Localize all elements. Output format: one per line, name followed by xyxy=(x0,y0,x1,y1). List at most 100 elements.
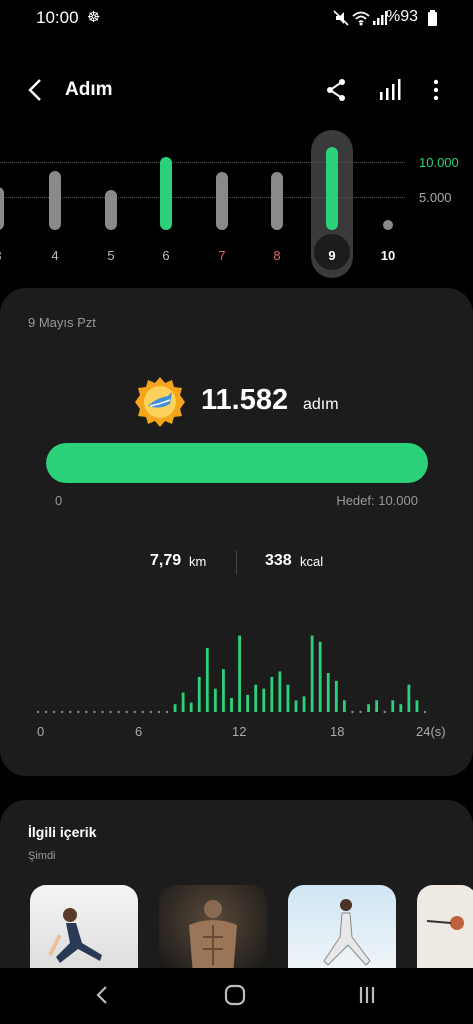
hourly-bar xyxy=(205,648,209,712)
hourly-bar xyxy=(342,700,346,712)
hour-tick-label: 12 xyxy=(232,724,247,739)
day-bar-10[interactable] xyxy=(383,220,393,230)
day-bar-5[interactable] xyxy=(105,190,117,230)
hourly-bar xyxy=(302,696,306,712)
hourly-dot xyxy=(125,710,128,714)
hourly-dot xyxy=(133,710,136,714)
back-arrow-icon[interactable] xyxy=(22,76,50,104)
signal-icon xyxy=(373,11,387,25)
day-bar-4[interactable] xyxy=(49,170,61,230)
hourly-bar xyxy=(318,641,322,712)
hourly-dot xyxy=(60,710,64,714)
hourly-bar xyxy=(222,669,225,712)
page-title: Adım xyxy=(65,79,113,100)
day-label-9[interactable]: 9 xyxy=(317,248,347,263)
hourly-bar xyxy=(238,635,241,712)
hourly-bar xyxy=(367,704,370,712)
status-time: 10:00 xyxy=(36,8,79,27)
hourly-dot xyxy=(69,710,72,714)
hourly-bar xyxy=(181,692,185,712)
workout-thumbnail-strength[interactable] xyxy=(159,885,267,975)
day-label-5[interactable]: 5 xyxy=(96,248,126,263)
hourly-bar xyxy=(254,684,258,712)
day-bar-7[interactable] xyxy=(216,172,228,230)
hourly-bar xyxy=(173,704,177,712)
hourly-dot xyxy=(101,710,104,714)
hourly-bar xyxy=(286,684,290,712)
workout-thumbnail-lunge[interactable] xyxy=(288,885,396,975)
app-header: Adım xyxy=(0,68,473,112)
mute-icon xyxy=(333,10,349,26)
grid-label-10000: 10.000 xyxy=(419,155,459,170)
hourly-dot xyxy=(351,710,354,714)
nav-back-icon[interactable] xyxy=(88,980,118,1010)
hour-tick-label: 18 xyxy=(330,724,345,739)
nav-home-icon[interactable] xyxy=(220,980,250,1010)
battery-level: %93 xyxy=(386,8,419,25)
hourly-dot xyxy=(149,710,153,714)
day-label-6[interactable]: 6 xyxy=(151,248,181,263)
day-label-4[interactable]: 4 xyxy=(40,248,70,263)
notification-icon: ☸ xyxy=(87,9,101,26)
hourly-bar xyxy=(230,697,233,712)
day-label-3[interactable]: 3 xyxy=(0,248,13,263)
statistics-icon[interactable] xyxy=(377,76,405,104)
hourly-bar xyxy=(326,673,330,712)
grid-label-5000: 5.000 xyxy=(419,190,452,205)
hourly-dot xyxy=(383,710,386,714)
hour-tick-label: 6 xyxy=(135,724,143,739)
hourly-dot xyxy=(109,710,112,714)
hourly-bar xyxy=(270,676,274,712)
system-navigation-bar xyxy=(0,968,473,1024)
daily-steps-strip[interactable]: 10.000 5.000 3 4 5 6 7 8 9 10 xyxy=(0,130,473,280)
hourly-steps-chart xyxy=(36,635,427,714)
workout-thumbnail-stretch[interactable] xyxy=(30,885,138,975)
hourly-bar xyxy=(399,704,403,712)
hourly-dot xyxy=(117,710,120,714)
hourly-bar xyxy=(407,684,411,712)
hourly-bar xyxy=(310,635,314,712)
hourly-bar xyxy=(391,700,395,712)
hourly-dot xyxy=(93,710,96,714)
battery-icon xyxy=(428,10,437,26)
hourly-bar xyxy=(278,671,282,712)
related-subtitle: Şimdi xyxy=(28,850,56,862)
hourly-dot xyxy=(141,710,145,714)
hourly-dot xyxy=(157,710,161,714)
hourly-dot xyxy=(52,710,56,714)
daily-summary-card: 9 Mayıs Pzt 11.582 adım 0 Hedef: 10.000 … xyxy=(0,288,473,776)
status-bar: 10:00 ☸ %93 xyxy=(0,0,473,36)
hourly-bar xyxy=(246,694,250,712)
hourly-dot xyxy=(423,710,427,714)
related-title: İlgili içerik xyxy=(28,824,97,840)
hourly-dot xyxy=(77,710,80,714)
day-label-7[interactable]: 7 xyxy=(207,248,237,263)
wifi-icon xyxy=(352,11,370,26)
hour-tick-label: 24(s) xyxy=(416,724,446,739)
day-bar-3[interactable] xyxy=(0,186,4,230)
hourly-bar xyxy=(262,688,266,712)
hourly-dot xyxy=(44,710,48,714)
workout-thumbnail-partial[interactable] xyxy=(417,885,473,975)
day-bar-9[interactable] xyxy=(326,146,338,230)
day-label-8[interactable]: 8 xyxy=(262,248,292,263)
hourly-dot xyxy=(36,710,40,714)
hourly-bar xyxy=(334,680,338,712)
hourly-bar xyxy=(415,700,419,712)
day-bar-8[interactable] xyxy=(271,172,283,230)
day-bar-6[interactable] xyxy=(160,156,172,230)
hourly-dot xyxy=(85,710,88,714)
hourly-dot xyxy=(359,710,362,714)
nav-recents-icon[interactable] xyxy=(352,980,382,1010)
hourly-bar xyxy=(197,676,201,712)
hourly-bar xyxy=(213,688,217,712)
hourly-dot xyxy=(165,710,169,714)
hourly-bar xyxy=(375,700,379,712)
hourly-bar xyxy=(294,700,298,712)
more-options-icon[interactable] xyxy=(422,76,450,104)
hour-tick-label: 0 xyxy=(37,724,45,739)
share-icon[interactable] xyxy=(322,76,350,104)
day-label-10[interactable]: 10 xyxy=(373,248,403,263)
hourly-bar xyxy=(189,702,193,712)
gridline-10000 xyxy=(0,162,405,163)
